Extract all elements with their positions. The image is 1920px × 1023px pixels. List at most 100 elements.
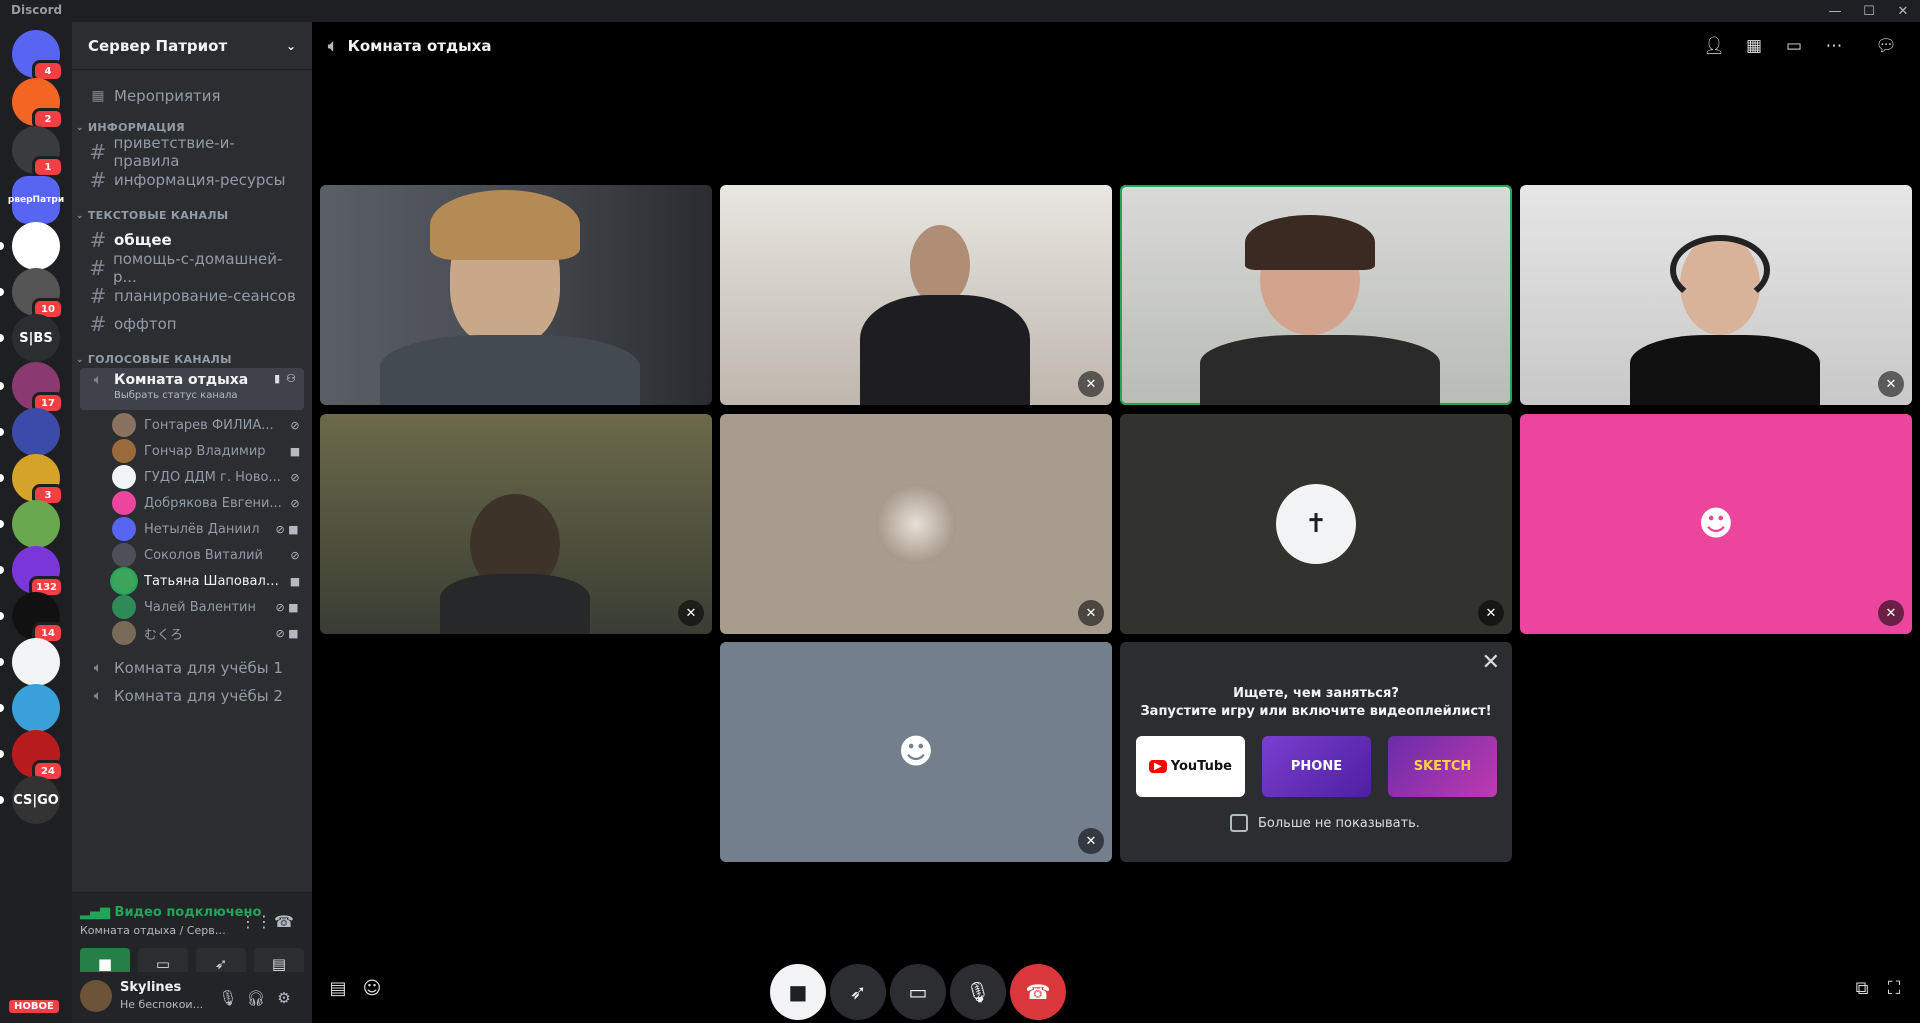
avatar-tile[interactable]: ☻ ✕ (1520, 414, 1912, 634)
chat-icon[interactable]: 💬︎ (1872, 34, 1900, 58)
voice-user[interactable]: むくろ ⊘ ■ (112, 620, 304, 646)
channel-sidebar: Сервер Патриот ⌄ ▦ Мероприятия ⌄ ИНФОРМА… (72, 22, 312, 1023)
avatar-tile[interactable]: ✝ ✕ (1120, 414, 1512, 634)
avatar (112, 595, 136, 619)
voice-user[interactable]: Нетылёв Даниил ⊘ ■ (112, 516, 304, 542)
noise-suppression-icon[interactable]: ⋮⋮ (240, 909, 272, 933)
avatar-tile[interactable]: ✕ (720, 414, 1112, 634)
server-icon[interactable] (0, 500, 60, 548)
avatar-tile[interactable]: ☻ ✕ (720, 642, 1112, 862)
voice-user[interactable]: Татьяна Шаповало... ■ (112, 568, 304, 594)
server-header[interactable]: Сервер Патриот ⌄ (72, 22, 312, 70)
avatar (112, 413, 136, 437)
voice-user[interactable]: Чалей Валентин ⊘ ■ (112, 594, 304, 620)
video-tile-speaking[interactable] (1120, 185, 1512, 405)
server-icon[interactable] (0, 638, 60, 686)
voice-status[interactable]: ▂▄▆ Видео подключено (80, 905, 261, 920)
voice-user[interactable]: Гонтарев ФИЛИА... ⊘ (112, 412, 304, 438)
voice-user[interactable]: Добрякова Евгени... ⊘ (112, 490, 304, 516)
dont-show-checkbox[interactable]: Больше не показывать. (1230, 814, 1420, 832)
close-icon[interactable]: ✕ (1886, 0, 1920, 22)
video-tile[interactable]: ✕ (1520, 185, 1912, 405)
grid-layout-icon[interactable]: ▦ (1740, 34, 1768, 58)
add-user-icon[interactable]: ⚇ (286, 372, 296, 385)
server-icon[interactable]: 2 (12, 78, 64, 130)
video-tile[interactable] (320, 185, 712, 405)
youtube-label: YouTube (1170, 759, 1232, 774)
activity-subtitle: Запустите игру или включите видеоплейлис… (1140, 704, 1492, 719)
category-text[interactable]: ⌄ ТЕКСТОВЫЕ КАНАЛЫ (76, 209, 228, 222)
voice-user[interactable]: Соколов Виталий ⊘ (112, 542, 304, 568)
youtube-icon: ▶ (1149, 760, 1167, 773)
video-tile[interactable]: ✕ (320, 414, 712, 634)
server-icon[interactable]: CS|GO (0, 776, 60, 824)
sketch-heads-card[interactable]: SKETCH (1388, 736, 1497, 797)
maximize-icon[interactable]: ☐ (1852, 0, 1886, 22)
activity-button[interactable]: ➶ (830, 964, 886, 1020)
server-icon[interactable]: 17 (0, 362, 64, 414)
close-icon[interactable]: ✕ (1482, 650, 1500, 675)
server-icon[interactable]: рверПатри (8, 176, 64, 224)
server-icon[interactable] (0, 684, 60, 732)
server-icon[interactable] (0, 408, 60, 456)
channel-item[interactable]: # оффтоп (80, 308, 304, 340)
soundboard-icon[interactable]: ▤ (324, 974, 352, 1002)
voice-user[interactable]: ГУДО ДДМ г. Ново... ⊘ (112, 464, 304, 490)
gartic-phone-card[interactable]: PHONE (1262, 736, 1371, 797)
category-info[interactable]: ⌄ ИНФОРМАЦИЯ (76, 121, 185, 134)
activity-title: Ищете, чем заняться? (1233, 686, 1399, 701)
server-icon[interactable]: 3 (0, 454, 64, 506)
server-icon[interactable] (0, 222, 60, 270)
category-voice[interactable]: ⌄ ГОЛОСОВЫЕ КАНАЛЫ (76, 353, 232, 366)
server-icon[interactable]: 24 (0, 730, 64, 782)
video-tile[interactable]: ✕ (720, 185, 1112, 405)
screen-share-button[interactable]: ▭ (890, 964, 946, 1020)
server-icon[interactable]: 10 (0, 268, 64, 320)
disconnect-button[interactable]: ☎ (1010, 964, 1066, 1020)
rocket-icon: ➶ (214, 955, 228, 973)
voice-user-name: Татьяна Шаповало... (144, 573, 284, 589)
mic-icon[interactable]: 🎙︎ (216, 986, 240, 1010)
youtube-card[interactable]: ▶ YouTube (1136, 736, 1245, 797)
chat-icon[interactable]: ▮ (274, 372, 280, 385)
activity-prompt: ✕ Ищете, чем заняться? Запустите игру ил… (1120, 642, 1512, 862)
fullscreen-icon[interactable]: ⛶ (1880, 974, 1908, 1002)
channel-item[interactable]: # информация-ресурсы (80, 164, 304, 196)
more-icon[interactable]: ⋯ (1820, 34, 1848, 58)
voice-user[interactable]: Гончар Владимир ■ (112, 438, 304, 464)
avatar (112, 491, 136, 515)
server-icon[interactable]: S|BS (0, 314, 60, 362)
voice-channel-active[interactable]: 🔈︎ Комната отдыха Выбрать статус канала … (80, 368, 304, 410)
video-icon: ■ (289, 444, 301, 458)
rocket-icon: ➶ (849, 980, 867, 1004)
avatar[interactable] (80, 980, 112, 1012)
voice-user-name: Добрякова Евгени... (144, 495, 282, 511)
participant-body (1200, 335, 1440, 405)
disconnect-icon[interactable]: ☎ (272, 909, 296, 933)
mic-muted-icon: ✕ (1078, 371, 1104, 397)
events-item[interactable]: ▦ Мероприятия (80, 80, 304, 112)
headphones-icon[interactable]: 🎧︎ (244, 986, 268, 1010)
voice-sub[interactable]: Комната отдыха / Сервер ... (80, 924, 230, 937)
minimize-icon[interactable]: — (1818, 0, 1852, 22)
voice-channel[interactable]: 🔈︎ Комната для учёбы 2 (80, 680, 304, 712)
server-icon[interactable]: 4 (12, 30, 64, 82)
camera-button[interactable]: ■ (770, 964, 826, 1020)
voice-channel-status[interactable]: Выбрать статус канала (114, 390, 248, 401)
checkbox[interactable] (1230, 814, 1248, 832)
unread-pip (0, 796, 4, 804)
server-icon[interactable]: 1 (12, 126, 64, 178)
speaker-icon: 🔈︎ (93, 372, 103, 388)
emoji-icon[interactable]: ☺ (358, 974, 386, 1002)
participant-face (910, 225, 970, 305)
add-user-icon[interactable]: 👤︎ (1700, 34, 1728, 58)
gear-icon[interactable]: ⚙ (272, 986, 296, 1010)
server-icon[interactable]: 14 (0, 592, 64, 644)
mic-button[interactable]: 🎙︎ (950, 964, 1006, 1020)
inbox-icon[interactable]: ▭ (1780, 34, 1808, 58)
speaker-icon: 🔈︎ (93, 688, 103, 704)
server-icon[interactable]: 132 (0, 546, 64, 598)
popout-icon[interactable]: ⧉ (1848, 974, 1876, 1002)
channel-label: общее (114, 231, 172, 249)
camera-icon: ■ (788, 980, 808, 1004)
